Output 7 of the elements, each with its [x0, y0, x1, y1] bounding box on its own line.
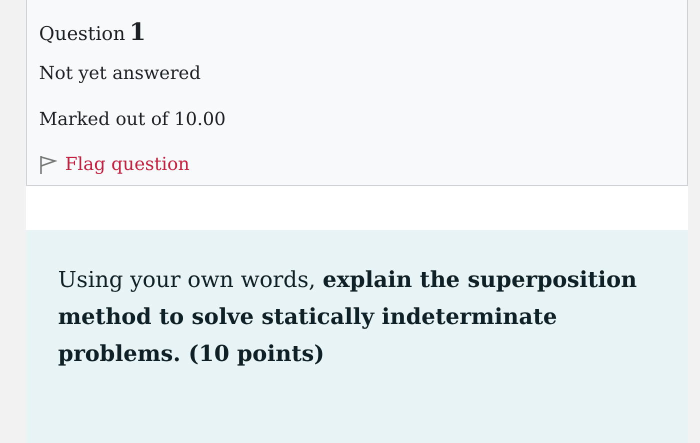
question-text: Using your own words, explain the superposition method to solve statically indeterminate problems. (10 points) — [58, 266, 638, 369]
answer-status: Not yet answered — [39, 62, 201, 86]
question-number: 1 — [129, 16, 146, 48]
flag-icon — [39, 154, 57, 174]
flag-question-link[interactable]: Flag question — [39, 151, 190, 178]
grade-text: Marked out of 10.00 — [39, 108, 226, 132]
question-label: Question — [39, 22, 126, 47]
